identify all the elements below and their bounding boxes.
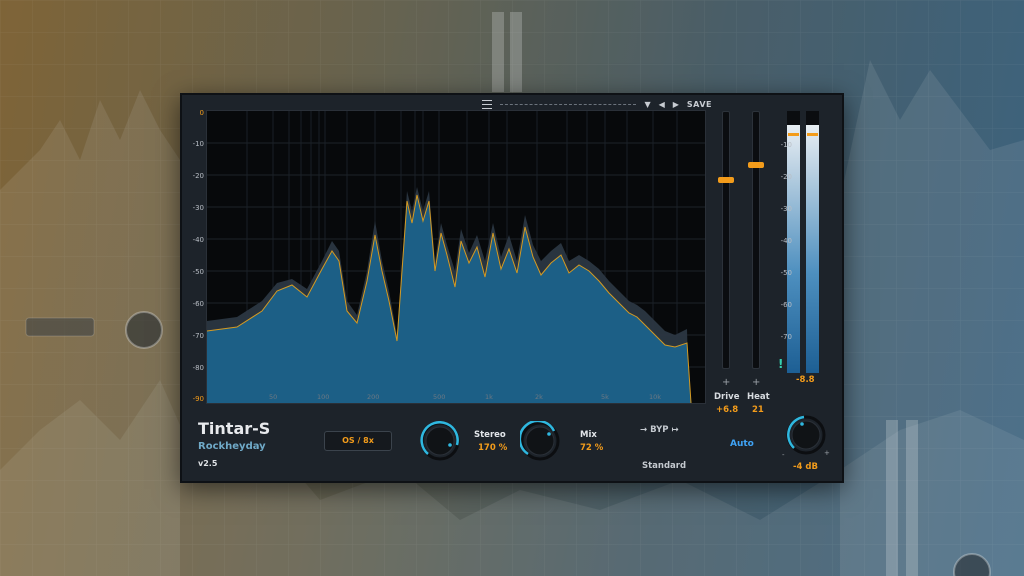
meter-tick-label: -10 xyxy=(780,141,792,149)
output-meter-left-peak xyxy=(788,133,799,136)
minus-icon: - xyxy=(782,451,785,459)
mix-knob[interactable] xyxy=(520,421,560,461)
drive-fader-handle[interactable] xyxy=(718,177,734,184)
y-tick-label: -30 xyxy=(192,204,204,212)
plugin-title: Tintar-S xyxy=(198,419,271,438)
heat-fader-track[interactable] xyxy=(752,111,760,369)
meter-tick-label: -60 xyxy=(780,301,792,309)
heat-label: Heat xyxy=(747,392,770,402)
stereo-label: Stereo xyxy=(474,430,506,440)
preset-dropdown-icon[interactable]: ▼ xyxy=(644,100,650,109)
meter-tick-label: -30 xyxy=(780,205,792,213)
preset-next-icon[interactable]: ▶ xyxy=(673,100,679,109)
mode-selector[interactable]: Standard xyxy=(642,461,686,471)
y-tick-label: -50 xyxy=(192,268,204,276)
heat-plus-icon[interactable]: + xyxy=(752,377,760,388)
meter-tick-label: -50 xyxy=(780,269,792,277)
y-tick-label: 0 xyxy=(199,109,204,117)
arrow-out-icon: ↦ xyxy=(668,425,679,435)
plus-icon: + xyxy=(824,449,830,457)
bypass-button[interactable]: → BYP ↦ xyxy=(640,425,679,435)
x-tick-label: 100 xyxy=(317,393,330,401)
plugin-window: ▼ ◀ ▶ SAVE 0 -10 -20 -30 -40 -50 -60 -70… xyxy=(180,93,844,483)
x-tick-label: 500 xyxy=(433,393,446,401)
x-tick-label: 10k xyxy=(649,393,662,401)
x-tick-label: 5k xyxy=(601,393,609,401)
output-gain-value: -4 dB xyxy=(793,462,818,472)
output-gain-knob[interactable] xyxy=(786,415,826,455)
preset-name-field[interactable] xyxy=(500,103,637,105)
meter-tick-label: -70 xyxy=(780,333,792,341)
save-button[interactable]: SAVE xyxy=(687,100,712,109)
menu-icon[interactable] xyxy=(482,99,492,109)
x-tick-label: 2k xyxy=(535,393,543,401)
preset-prev-icon[interactable]: ◀ xyxy=(659,100,665,109)
mix-value: 72 % xyxy=(580,443,604,453)
y-tick-label: -60 xyxy=(192,300,204,308)
heat-value: 21 xyxy=(752,405,764,415)
bypass-label: BYP xyxy=(650,425,669,435)
output-meter-right-peak xyxy=(807,133,818,136)
preset-bar: ▼ ◀ ▶ SAVE xyxy=(482,97,712,111)
y-tick-label: -20 xyxy=(192,172,204,180)
meter-tick-label: -20 xyxy=(780,173,792,181)
drive-fader-track[interactable] xyxy=(722,111,730,369)
spectrum-analyzer: 50 100 200 500 1k 2k 5k 10k xyxy=(206,110,706,404)
drive-label: Drive xyxy=(714,392,740,402)
output-meter-right-fill xyxy=(806,125,819,373)
heat-fader-handle[interactable] xyxy=(748,161,764,168)
spectrum-y-axis: 0 -10 -20 -30 -40 -50 -60 -70 -80 -90 xyxy=(182,109,206,409)
oversampling-button[interactable]: OS / 8x xyxy=(324,431,392,451)
mix-label: Mix xyxy=(580,430,597,440)
x-tick-label: 1k xyxy=(485,393,493,401)
clip-indicator-icon[interactable]: ! xyxy=(778,357,783,371)
drive-value: +6.8 xyxy=(716,405,739,415)
arrow-right-icon: → xyxy=(640,425,651,435)
output-meter-right xyxy=(806,111,819,373)
y-tick-label: -40 xyxy=(192,236,204,244)
version-label: v2.5 xyxy=(198,459,218,468)
output-meter-readout: -8.8 xyxy=(796,375,815,385)
x-tick-label: 50 xyxy=(269,393,278,401)
x-tick-label: 200 xyxy=(367,393,380,401)
spectrum-graph xyxy=(206,111,705,404)
auto-gain-button[interactable]: Auto xyxy=(730,439,754,449)
meter-tick-label: -40 xyxy=(780,237,792,245)
y-tick-label: -90 xyxy=(192,395,204,403)
y-tick-label: -80 xyxy=(192,364,204,372)
y-tick-label: -70 xyxy=(192,332,204,340)
drive-plus-icon[interactable]: + xyxy=(722,377,730,388)
vendor-name: Rockheyday xyxy=(198,441,266,452)
stereo-value: 170 % xyxy=(478,443,508,453)
y-tick-label: -10 xyxy=(192,140,204,148)
stereo-knob[interactable] xyxy=(420,421,460,461)
